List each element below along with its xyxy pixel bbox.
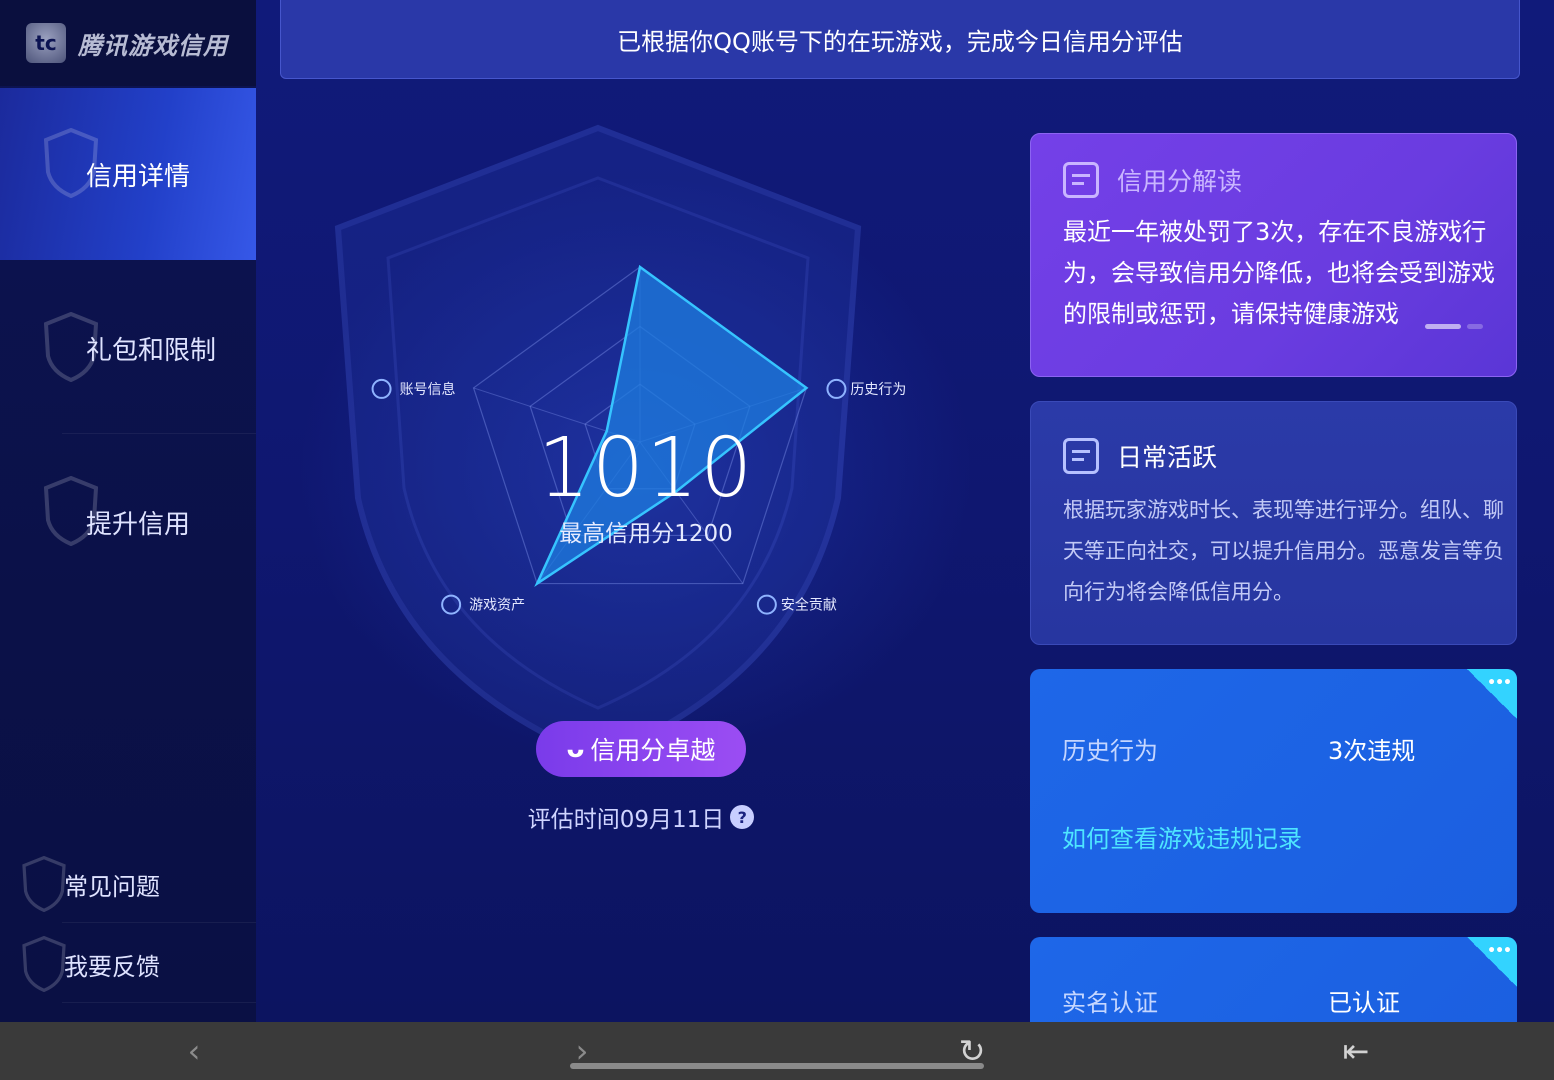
realname-value: 已认证 [1328,989,1400,1017]
more-tag: ••• [1467,937,1517,987]
credit-rank-button[interactable]: ᴗ 信用分卓越 [536,721,746,777]
history-behavior-card[interactable]: ••• 历史行为 3次违规 如何查看游戏违规记录 [1030,669,1517,913]
document-icon [1063,438,1099,474]
shield-icon [22,936,66,992]
violation-record-link[interactable]: 如何查看游戏违规记录 [1062,819,1302,854]
browser-toolbar: ‹ › ↻ ⇤ [0,1022,1554,1080]
pagination-dot-active [1425,324,1461,329]
sidebar-item-gifts-limits[interactable]: 礼包和限制 [0,262,256,434]
evaluation-time: 评估时间09月11日 ? [516,800,766,834]
credit-interpretation-card: 信用分解读 最近一年被处罚了3次，存在不良游戏行为，会导致信用分降低，也将会受到… [1030,133,1517,377]
credit-rank-label: 信用分卓越 [590,736,716,765]
more-tag: ••• [1467,669,1517,719]
clock-icon [826,378,847,399]
pagination-dot [1467,324,1483,329]
sidebar-item-credit-detail[interactable]: 信用详情 [0,88,256,260]
realname-label: 实名认证 [1062,989,1158,1017]
sidebar-divider [62,922,256,923]
svg-text:账号信息: 账号信息 [400,381,456,398]
card-body: 最近一年被处罚了3次，存在不良游戏行为，会导致信用分降低，也将会受到游戏的限制或… [1063,218,1495,328]
sidebar-item-label: 提升信用 [86,509,191,540]
user-icon [371,378,392,399]
radar-axis-label: 历史行为 [826,378,906,399]
shield-icon [756,594,777,615]
tencent-credit-logo-icon: tc [26,23,66,63]
wallet-icon [441,594,462,615]
radar-axis-label: 账号信息 [371,378,456,399]
history-label: 历史行为 [1062,737,1158,765]
sidebar-divider [62,433,256,434]
credit-score-value: 1010 [537,421,755,516]
radar-axis-label: 游戏资产 [441,594,525,615]
sidebar-item-label: 常见问题 [64,872,160,901]
radar-axis-label: 安全贡献 [756,594,837,615]
card-header: 信用分解读 [1063,162,1242,198]
exit-icon: ⇤ [1342,1032,1370,1070]
sidebar-item-label: 礼包和限制 [86,335,217,366]
assessment-banner: 已根据你QQ账号下的在玩游戏，完成今日信用分评估 [280,0,1520,79]
card-header: 日常活跃 [1063,438,1217,474]
main-content: 已根据你QQ账号下的在玩游戏，完成今日信用分评估 日常活跃历史行为安全贡献游戏资… [256,0,1554,1022]
max-score-label: 最高信用分1200 [559,521,733,547]
more-icon: ••• [1487,675,1512,691]
sidebar-item-feedback[interactable]: 我要反馈 [0,926,256,1002]
sidebar-item-faq[interactable]: 常见问题 [0,846,256,922]
shield-icon [22,856,66,912]
evaluation-time-label: 评估时间09月11日 [527,807,725,833]
sidebar-item-label: 信用详情 [86,161,191,192]
sidebar: tc 腾讯游戏信用 信用详情 礼包和限制 提升信用 常见问题 我要反馈 [0,0,256,1022]
sidebar-divider [62,1002,256,1003]
svg-text:历史行为: 历史行为 [850,382,906,398]
card-title: 信用分解读 [1117,167,1243,196]
card-title: 日常活跃 [1117,443,1218,472]
svg-text:游戏资产: 游戏资产 [469,598,525,614]
sidebar-item-improve-credit[interactable]: 提升信用 [0,436,256,608]
logo-bar: tc 腾讯游戏信用 [0,0,256,86]
sidebar-item-label: 我要反馈 [64,952,160,981]
realname-card[interactable]: ••• 实名认证 已认证 [1030,937,1517,1022]
chevron-left-icon: ‹ [187,1032,201,1070]
help-icon[interactable]: ? [730,805,755,829]
pagination-indicator [1425,324,1483,329]
home-indicator [570,1063,984,1069]
document-icon [1063,162,1099,198]
svg-text:安全贡献: 安全贡献 [781,597,837,614]
daily-activity-card: 日常活跃 根据玩家游戏时长、表现等进行评分。组队、聊天等正向社交，可以提升信用分… [1030,401,1517,645]
card-body: 根据玩家游戏时长、表现等进行评分。组队、聊天等正向社交，可以提升信用分。恶意发言… [1063,498,1504,604]
app-title: 腾讯游戏信用 [78,31,228,60]
back-button[interactable]: ‹ [172,1030,216,1072]
exit-button[interactable]: ⇤ [1334,1030,1378,1072]
more-icon: ••• [1487,943,1512,959]
history-value: 3次违规 [1328,737,1416,765]
smile-icon: ᴗ [566,734,585,764]
